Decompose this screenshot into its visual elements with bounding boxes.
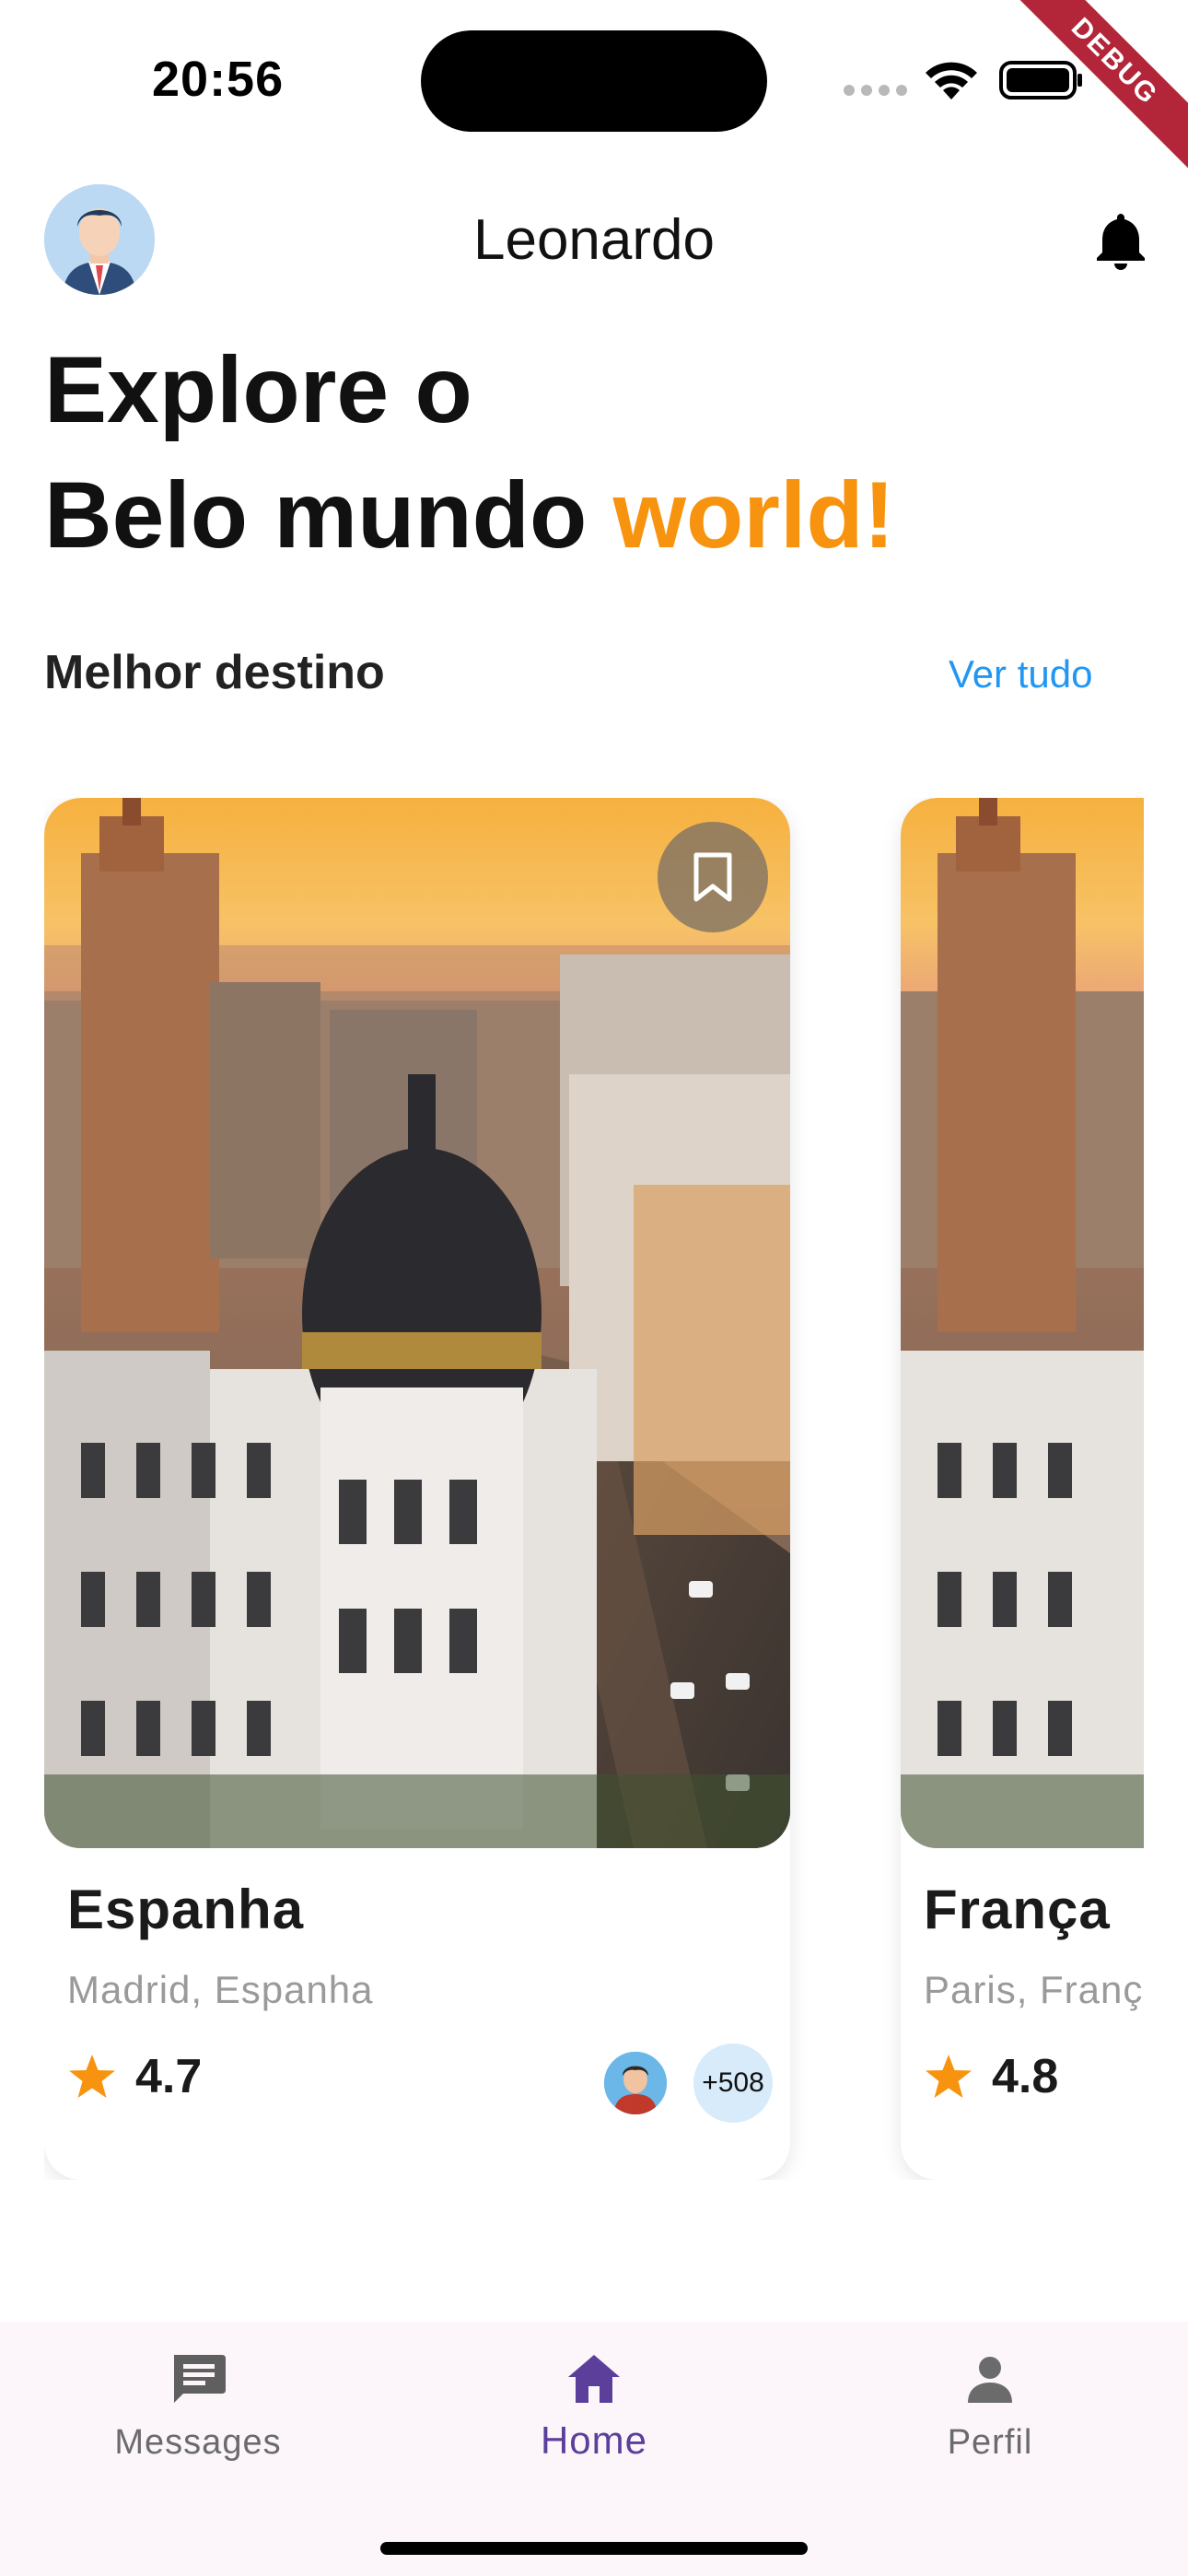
headline-line2: Belo mundo world! — [44, 452, 895, 578]
section-title: Melhor destino — [44, 646, 385, 699]
nav-profile-label: Perfil — [947, 2423, 1033, 2462]
cellular-signal-icon — [844, 85, 907, 96]
destination-carousel[interactable]: Espanha Madrid, Espanha 4.7 +508 França … — [44, 798, 1144, 2180]
destination-photo — [44, 798, 790, 1848]
visitor-avatar — [601, 2049, 670, 2117]
dynamic-island — [421, 30, 767, 132]
bottom-navigation: Messages Home Perfil — [0, 2322, 1188, 2576]
rating-value: 4.7 — [135, 2050, 203, 2103]
nav-home-label: Home — [540, 2418, 648, 2462]
nav-messages[interactable]: Messages — [60, 2322, 336, 2506]
card-rating: 4.8 — [924, 2049, 1058, 2104]
see-all-link[interactable]: Ver tudo — [949, 652, 1092, 697]
nav-messages-label: Messages — [114, 2423, 282, 2462]
person-icon — [968, 2357, 1012, 2403]
headline-line1: Explore o — [44, 337, 472, 442]
headline-line2-prefix: Belo mundo — [44, 463, 588, 568]
message-icon — [174, 2355, 226, 2403]
card-rating: 4.7 — [67, 2049, 202, 2104]
visitor-count: +508 — [693, 2043, 773, 2123]
wifi-icon — [926, 62, 977, 100]
destination-photo — [901, 798, 1144, 1848]
bell-icon[interactable] — [1094, 210, 1147, 271]
bookmark-button[interactable] — [658, 822, 768, 932]
home-indicator — [380, 2542, 808, 2555]
card-location: Madrid, Espanha — [67, 1968, 374, 2011]
card-title: França — [924, 1879, 1111, 1940]
headline: Explore o Belo mundo world! — [44, 327, 895, 578]
home-icon — [568, 2355, 620, 2403]
star-icon — [69, 2055, 115, 2098]
destination-card[interactable]: França Paris, Franç 4.8 — [901, 798, 1144, 2180]
nav-profile[interactable]: Perfil — [852, 2322, 1128, 2506]
status-time: 20:56 — [152, 52, 285, 107]
visitors-group[interactable]: +508 — [601, 2043, 776, 2123]
headline-accent: world! — [612, 463, 895, 568]
username: Leonardo — [472, 208, 716, 272]
status-bar: 20:56 DEBUG — [0, 0, 1188, 186]
star-icon — [926, 2055, 972, 2098]
rating-value: 4.8 — [992, 2050, 1059, 2103]
nav-home[interactable]: Home — [456, 2322, 732, 2506]
battery-icon — [999, 61, 1082, 100]
card-location: Paris, Franç — [924, 1968, 1144, 2011]
card-title: Espanha — [67, 1879, 305, 1940]
bookmark-icon — [693, 852, 732, 902]
destination-card[interactable]: Espanha Madrid, Espanha 4.7 +508 — [44, 798, 790, 2180]
